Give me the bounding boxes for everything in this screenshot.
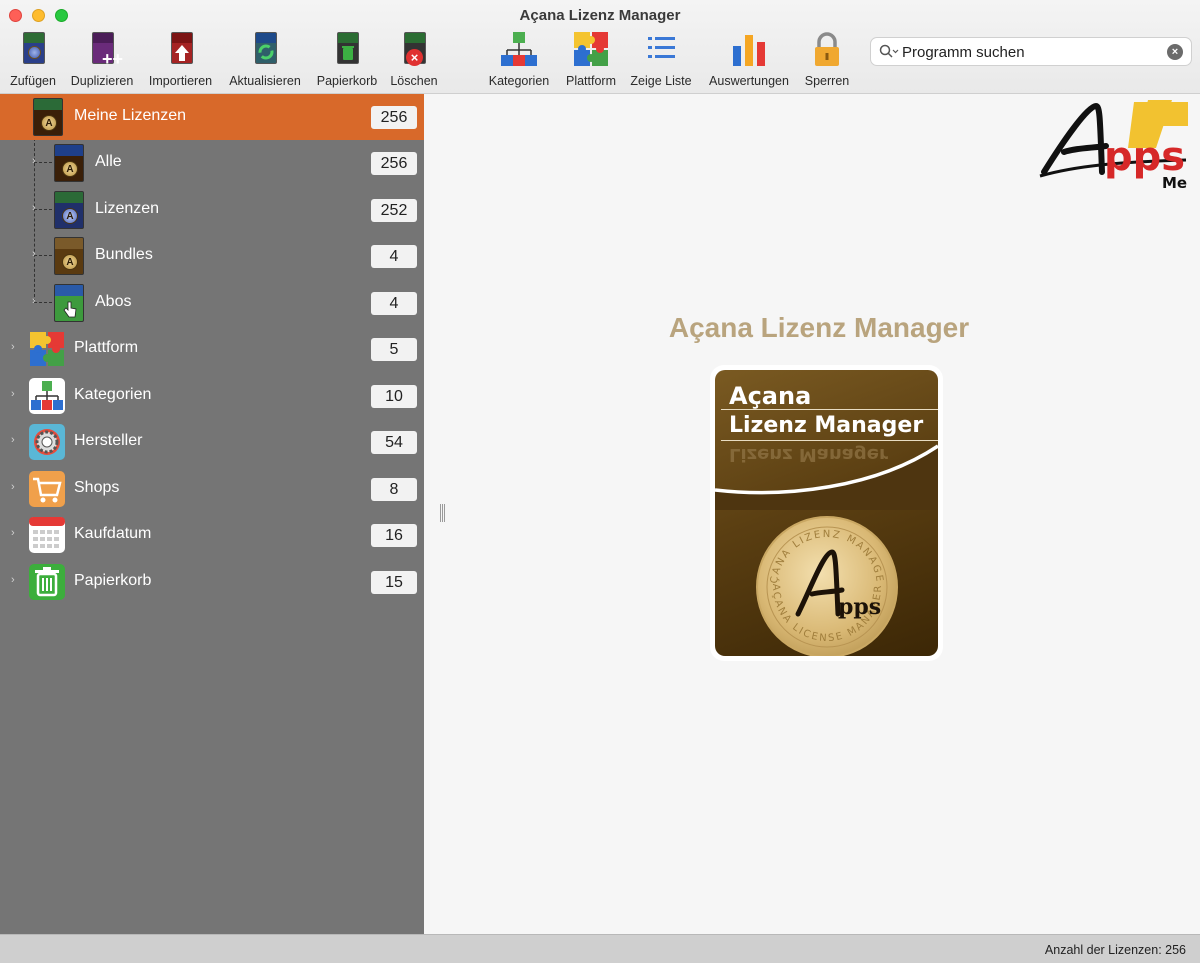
disclosure-arrow-icon[interactable]: › (32, 295, 36, 307)
hierarchy-icon (29, 378, 65, 414)
platform-button[interactable]: Plattform (560, 30, 622, 90)
sidebar-item-hersteller[interactable]: › Hersteller 54 (0, 419, 424, 465)
svg-text:Me: Me (1162, 174, 1187, 192)
trash-button[interactable]: Papierkorb (312, 30, 382, 90)
count-badge: 252 (371, 199, 417, 222)
license-box-icon (54, 284, 84, 322)
sidebar-item-kaufdatum[interactable]: › Kaufdatum 16 (0, 512, 424, 558)
refresh-icon (246, 30, 284, 70)
lock-button[interactable]: Sperren (800, 30, 854, 90)
import-button[interactable]: Importieren (144, 30, 217, 90)
status-bar: Anzahl der Lizenzen: 256 (0, 934, 1200, 963)
apps4me-logo: pps Me (1039, 100, 1188, 192)
count-badge: 8 (371, 478, 417, 501)
gear-icon (29, 424, 65, 460)
add-button[interactable]: Zufügen (5, 30, 61, 90)
license-box-icon: A (54, 237, 84, 275)
calendar-icon (29, 517, 65, 553)
sidebar-item-papierkorb[interactable]: › Papierkorb 15 (0, 559, 424, 605)
delete-button[interactable]: × Löschen (386, 30, 442, 90)
count-badge: 4 (371, 292, 417, 315)
search-icon (879, 44, 899, 58)
count-badge: 5 (371, 338, 417, 361)
license-box-icon: A (33, 98, 63, 136)
svg-text:pps: pps (838, 594, 881, 620)
update-button[interactable]: Aktualisieren (224, 30, 306, 90)
bar-chart-icon (730, 30, 768, 70)
sidebar-item-alle[interactable]: › A Alle 256 (0, 140, 424, 186)
toolbar: Açana Lizenz Manager Zufügen ++ Duplizie… (0, 0, 1200, 94)
trash-icon (29, 564, 65, 600)
sidebar-item-kategorien[interactable]: › Kategorien 10 (0, 373, 424, 419)
count-badge: 15 (371, 571, 417, 594)
svg-text:AÇANA LIZENZ MANAGER: AÇANA LIZENZ MANAGER (758, 518, 885, 584)
disclosure-arrow-icon[interactable]: › (11, 388, 15, 400)
lock-icon (808, 30, 846, 70)
clear-search-icon[interactable]: × (1167, 44, 1183, 60)
disclosure-arrow-icon[interactable]: › (11, 341, 15, 353)
count-badge: 256 (371, 152, 417, 175)
list-icon (642, 30, 680, 70)
split-view-handle[interactable] (440, 504, 445, 522)
disclosure-arrow-icon[interactable]: › (11, 434, 15, 446)
disclosure-arrow-icon[interactable]: › (32, 202, 36, 214)
shopping-cart-icon (29, 471, 65, 507)
page-title: Açana Lizenz Manager (668, 312, 970, 343)
duplicate-icon: ++ (83, 30, 123, 70)
product-logo: Açana Lizenz Manager Lizenz Manager AÇAN… (710, 365, 943, 661)
import-icon (162, 30, 200, 70)
count-badge: 16 (371, 524, 417, 547)
sidebar-item-shops[interactable]: › Shops 8 (0, 466, 424, 512)
sidebar-item-abos[interactable]: › Abos 4 (0, 280, 424, 326)
puzzle-icon (572, 30, 610, 70)
puzzle-icon (30, 332, 64, 366)
sidebar-item-plattform[interactable]: › Plattform 5 (0, 326, 424, 372)
search-field[interactable]: × (870, 37, 1192, 66)
count-badge: 10 (371, 385, 417, 408)
sidebar-item-meine-lizenzen[interactable]: A Meine Lizenzen 256 (0, 94, 424, 140)
disclosure-arrow-icon[interactable]: › (11, 574, 15, 586)
disclosure-arrow-icon[interactable]: › (11, 481, 15, 493)
add-icon (14, 30, 52, 70)
duplicate-button[interactable]: ++ Duplizieren (66, 30, 138, 90)
window-title: Açana Lizenz Manager (519, 7, 681, 24)
delete-icon: × (395, 30, 433, 70)
count-badge: 4 (371, 245, 417, 268)
sidebar: A Meine Lizenzen 256 › A Alle 256 › A Li… (0, 94, 424, 934)
license-box-icon: A (54, 191, 84, 229)
reports-button[interactable]: Auswertungen (704, 30, 794, 90)
show-list-button[interactable]: Zeige Liste (626, 30, 696, 90)
disclosure-arrow-icon[interactable]: › (11, 527, 15, 539)
hierarchy-icon (500, 30, 538, 70)
disclosure-arrow-icon[interactable]: › (32, 248, 36, 260)
disclosure-arrow-icon[interactable]: › (32, 155, 36, 167)
license-box-icon: A (54, 144, 84, 182)
count-badge: 54 (371, 431, 417, 454)
sidebar-item-lizenzen[interactable]: › A Lizenzen 252 (0, 187, 424, 233)
trash-icon (328, 30, 366, 70)
count-badge: 256 (371, 106, 417, 129)
search-input[interactable] (902, 42, 1162, 62)
seal-emblem: AÇANA LIZENZ MANAGER AÇANA LICENSE MANAG… (754, 510, 898, 656)
sidebar-item-bundles[interactable]: › A Bundles 4 (0, 233, 424, 279)
categories-button[interactable]: Kategorien (484, 30, 554, 90)
license-count-status: Anzahl der Lizenzen: 256 (1044, 943, 1186, 957)
